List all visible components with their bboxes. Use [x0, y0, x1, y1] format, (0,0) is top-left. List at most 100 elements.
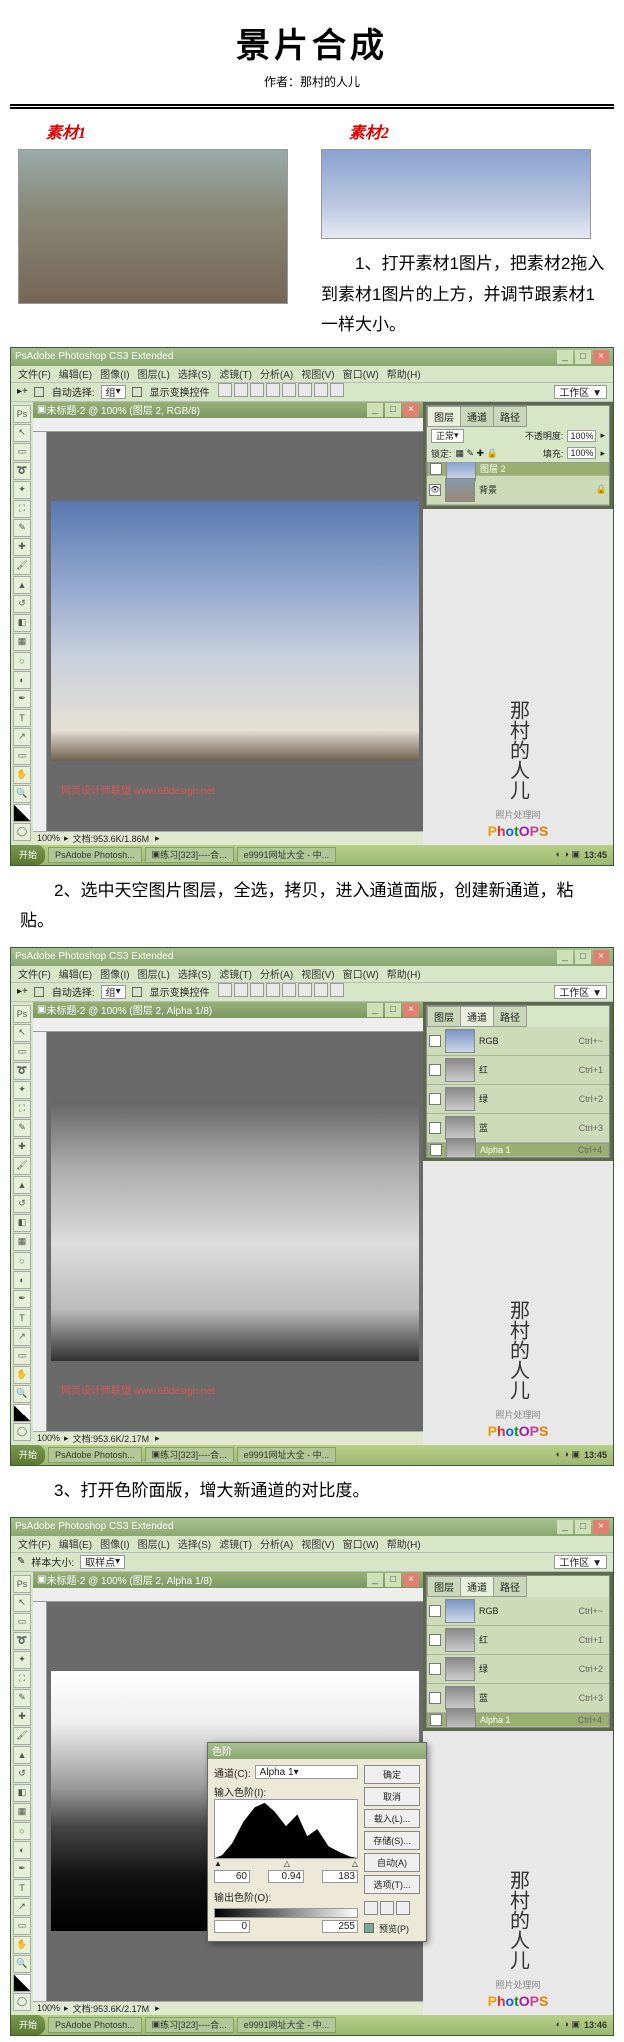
align-buttons[interactable] — [216, 383, 344, 400]
tab-channels[interactable]: 通道 — [460, 1006, 494, 1027]
tab-paths[interactable]: 路径 — [493, 406, 527, 427]
channel-dropdown[interactable]: Alpha 1 ▾ — [255, 1765, 358, 1779]
doc-close[interactable]: × — [403, 403, 419, 417]
zoom-tool[interactable]: 🔍 — [13, 785, 31, 803]
menu-help[interactable]: 帮助(H) — [384, 966, 424, 981]
shape-tool[interactable]: ▭ — [13, 1917, 31, 1935]
sample-size-dropdown[interactable]: 取样点 ▾ — [80, 1555, 125, 1569]
input-white[interactable]: 183 — [322, 1870, 358, 1883]
visibility-icon[interactable]: 👁 — [430, 1144, 442, 1156]
close-button[interactable]: × — [593, 1520, 609, 1534]
blur-tool[interactable]: ○ — [13, 1252, 31, 1270]
color-swatch[interactable] — [13, 804, 31, 822]
canvas[interactable]: 色阶 通道(C): Alpha 1 ▾ 输入色阶(I): — [47, 1602, 423, 2001]
zoom-level[interactable]: 100% — [37, 1433, 60, 1443]
visibility-icon[interactable] — [429, 1634, 441, 1646]
canvas[interactable]: 网页设计师联盟 www.68design.net — [47, 1032, 423, 1431]
color-swatch[interactable] — [13, 1974, 31, 1992]
shape-tool[interactable]: ▭ — [13, 1347, 31, 1365]
output-white[interactable]: 255 — [322, 1920, 358, 1933]
menu-help[interactable]: 帮助(H) — [384, 366, 424, 381]
doc-minimize[interactable]: _ — [367, 1003, 383, 1017]
menu-layer[interactable]: 图层(L) — [135, 966, 173, 981]
visibility-icon[interactable] — [429, 1663, 441, 1675]
dodge-tool[interactable]: ◐ — [13, 1271, 31, 1289]
menu-select[interactable]: 选择(S) — [175, 1536, 214, 1551]
move-tool[interactable]: ↖ — [13, 424, 31, 442]
tab-channels[interactable]: 通道 — [460, 406, 494, 427]
channel-row[interactable]: 绿Ctrl+2 — [427, 1085, 609, 1114]
eraser-tool[interactable]: ◧ — [13, 1784, 31, 1802]
menu-view[interactable]: 视图(V) — [298, 366, 337, 381]
doc-maximize[interactable]: □ — [385, 1003, 401, 1017]
tab-layers[interactable]: 图层 — [427, 406, 461, 427]
crop-tool[interactable]: ⛶ — [13, 1100, 31, 1118]
zoom-tool[interactable]: 🔍 — [13, 1385, 31, 1403]
channel-row[interactable]: 👁Alpha 1Ctrl+4 — [427, 1143, 609, 1157]
menu-window[interactable]: 窗口(W) — [340, 966, 382, 981]
taskbar-button[interactable]: e 9991网址大全 - 中... — [237, 1447, 337, 1463]
menu-image[interactable]: 图像(I) — [97, 966, 132, 981]
taskbar-button[interactable]: Ps Adobe Photosh... — [48, 1447, 142, 1463]
doc-minimize[interactable]: _ — [367, 403, 383, 417]
visibility-icon[interactable]: 👁 — [430, 1714, 442, 1726]
menu-file[interactable]: 文件(F) — [15, 966, 54, 981]
options-button[interactable]: 选项(T)... — [364, 1875, 420, 1894]
menu-image[interactable]: 图像(I) — [97, 366, 132, 381]
start-button[interactable]: 开始 — [11, 1445, 45, 1465]
menu-analysis[interactable]: 分析(A) — [257, 1536, 296, 1551]
healing-tool[interactable]: ✚ — [13, 1138, 31, 1156]
align-buttons[interactable] — [216, 983, 344, 1000]
menu-layer[interactable]: 图层(L) — [135, 366, 173, 381]
brush-tool[interactable]: 🖌 — [13, 557, 31, 575]
eyedropper-tool-icon[interactable]: ✎ — [17, 1556, 25, 1567]
tab-paths[interactable]: 路径 — [493, 1006, 527, 1027]
menu-select[interactable]: 选择(S) — [175, 366, 214, 381]
eyedropper-buttons[interactable] — [364, 1901, 420, 1915]
maximize-button[interactable]: □ — [575, 950, 591, 964]
type-tool[interactable]: T — [13, 1309, 31, 1327]
minimize-button[interactable]: _ — [557, 350, 573, 364]
output-black[interactable]: 0 — [214, 1920, 250, 1933]
menu-layer[interactable]: 图层(L) — [135, 1536, 173, 1551]
hand-tool[interactable]: ✋ — [13, 766, 31, 784]
tab-paths[interactable]: 路径 — [493, 1576, 527, 1597]
tab-channels[interactable]: 通道 — [460, 1576, 494, 1597]
taskbar-button[interactable]: ▣ 练习[323]----合... — [145, 2017, 234, 2033]
wand-tool[interactable]: ✦ — [13, 481, 31, 499]
doc-close[interactable]: × — [403, 1573, 419, 1587]
visibility-icon[interactable]: 👁 — [429, 484, 441, 496]
sliders[interactable]: ▲△△ — [214, 1859, 358, 1868]
menu-image[interactable]: 图像(I) — [97, 1536, 132, 1551]
menu-analysis[interactable]: 分析(A) — [257, 366, 296, 381]
tab-layers[interactable]: 图层 — [427, 1576, 461, 1597]
menu-filter[interactable]: 滤镜(T) — [216, 966, 255, 981]
marquee-tool[interactable]: ▭ — [13, 443, 31, 461]
doc-maximize[interactable]: □ — [385, 1573, 401, 1587]
workspace-dropdown[interactable]: 工作区 ▼ — [554, 985, 607, 999]
transform-checkbox[interactable] — [132, 987, 142, 997]
layer-row[interactable]: 👁 背景 🔒 — [427, 476, 609, 505]
auto-select-checkbox[interactable] — [34, 987, 44, 997]
gradient-tool[interactable]: ▦ — [13, 1233, 31, 1251]
quickmask-toggle[interactable]: ◯ — [13, 1423, 31, 1441]
layer-row[interactable]: 👁 图层 2 — [427, 462, 609, 476]
menu-window[interactable]: 窗口(W) — [340, 1536, 382, 1551]
system-tray[interactable]: ◐ ◑ ▣ 13:46 — [550, 2019, 613, 2030]
start-button[interactable]: 开始 — [11, 845, 45, 865]
visibility-icon[interactable] — [429, 1605, 441, 1617]
save-button[interactable]: 存储(S)... — [364, 1831, 420, 1850]
marquee-tool[interactable]: ▭ — [13, 1043, 31, 1061]
canvas[interactable]: 网页设计师联盟 www.68design.net — [47, 432, 423, 831]
system-tray[interactable]: ◐ ◑ ▣ 13:45 — [550, 1449, 613, 1460]
input-black[interactable]: 60 — [214, 1870, 250, 1883]
color-swatch[interactable] — [13, 1404, 31, 1422]
auto-select-dropdown[interactable]: 组 ▾ — [101, 985, 126, 999]
blend-mode-dropdown[interactable]: 正常 ▾ — [431, 429, 464, 443]
dodge-tool[interactable]: ◐ — [13, 671, 31, 689]
dodge-tool[interactable]: ◐ — [13, 1841, 31, 1859]
menu-edit[interactable]: 编辑(E) — [56, 1536, 95, 1551]
move-tool[interactable]: ↖ — [13, 1594, 31, 1612]
lasso-tool[interactable]: ➰ — [13, 1062, 31, 1080]
visibility-icon[interactable] — [429, 1035, 441, 1047]
